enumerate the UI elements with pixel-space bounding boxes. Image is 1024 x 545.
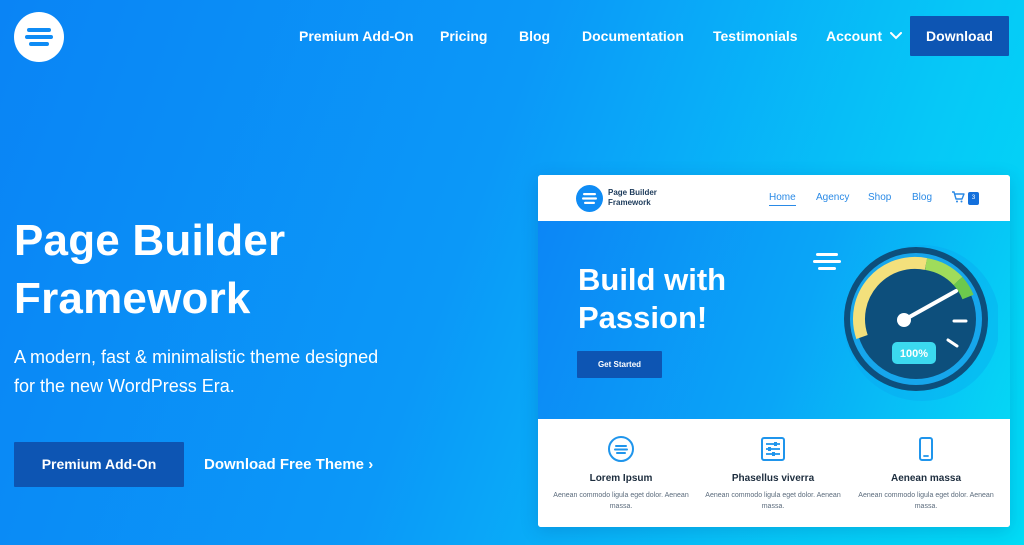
feature-text: Aenean commodo ligula eget dolor. Aenean… <box>705 492 841 510</box>
mockup-features: Lorem Ipsum Aenean commodo ligula eget d… <box>538 419 1010 527</box>
mockup-nav-shop: Shop <box>868 192 892 203</box>
download-free-theme-link[interactable]: Download Free Theme › <box>204 442 373 487</box>
sliders-icon <box>761 437 785 461</box>
feature-card: Aenean massa Aenean commodo ligula eget … <box>851 419 1001 512</box>
mockup-nav-blog: Blog <box>912 192 933 203</box>
nav-item-documentation[interactable]: Documentation <box>582 16 684 56</box>
mockup-header: Page Builder Framework Home Agency Shop … <box>538 175 1010 221</box>
feature-text: Aenean commodo ligula eget dolor. Aenean… <box>858 492 994 510</box>
feature-card: Phasellus viverra Aenean commodo ligula … <box>698 419 848 512</box>
nav-item-account[interactable]: Account <box>826 16 902 56</box>
hero-subtitle: A modern, fast & minimalistic theme desi… <box>14 347 379 396</box>
chevron-down-icon <box>889 31 902 40</box>
feature-card: Lorem Ipsum Aenean commodo ligula eget d… <box>546 419 696 512</box>
feature-title: Lorem Ipsum <box>589 473 653 484</box>
nav-item-account-label: Account <box>826 28 882 44</box>
cart-count-badge: 3 <box>968 192 979 205</box>
gauge-label: 100% <box>900 348 928 360</box>
mobile-phone-icon <box>919 437 933 461</box>
nav-item-testimonials[interactable]: Testimonials <box>713 16 798 56</box>
cart-icon <box>952 191 965 203</box>
download-button[interactable]: Download <box>910 16 1009 56</box>
mockup-brand: Page Builder Framework <box>608 188 657 207</box>
nav-item-premium-add-on[interactable]: Premium Add-On <box>299 16 414 56</box>
mockup-headline: Build with Passion! <box>578 262 727 335</box>
mockup-nav-home: Home <box>769 192 796 206</box>
logo-circle-icon <box>608 436 634 462</box>
feature-title: Phasellus viverra <box>731 473 815 484</box>
feature-text: Aenean commodo ligula eget dolor. Aenean… <box>553 492 689 510</box>
nav-item-blog[interactable]: Blog <box>519 16 550 56</box>
premium-add-on-button[interactable]: Premium Add-On <box>14 442 184 487</box>
main-nav: Premium Add-On Pricing Blog Documentatio… <box>0 16 1024 56</box>
mockup-get-started-button: Get Started <box>577 351 662 378</box>
mockup-nav-agency: Agency <box>816 192 850 203</box>
nav-item-pricing[interactable]: Pricing <box>440 16 487 56</box>
speed-gauge-icon: 100% <box>813 245 998 401</box>
hero-title: Page Builder Framework <box>14 216 286 323</box>
mockup-logo-icon <box>576 185 603 212</box>
theme-preview-mockup: Page Builder Framework Home Agency Shop … <box>538 175 1010 527</box>
mockup-hero: Build with Passion! Get Started 100% <box>538 221 1010 419</box>
feature-title: Aenean massa <box>890 473 962 484</box>
